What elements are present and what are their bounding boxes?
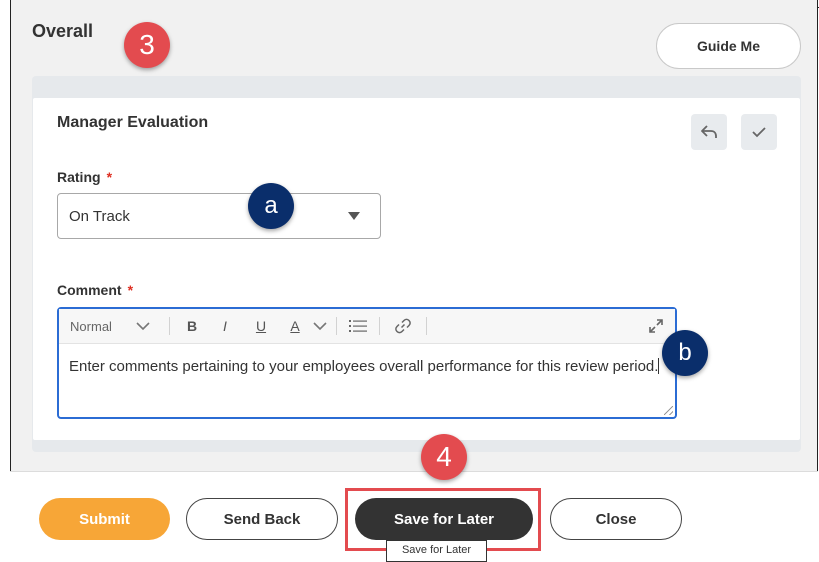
annotation-badge-4: 4: [421, 434, 467, 480]
resize-handle[interactable]: [664, 406, 673, 415]
send-back-button[interactable]: Send Back: [186, 498, 338, 540]
undo-button[interactable]: [691, 114, 727, 150]
rating-select[interactable]: On Track: [57, 193, 381, 239]
checkmark-icon: [752, 127, 766, 138]
required-marker: *: [106, 169, 113, 185]
toolbar-divider: [426, 317, 427, 335]
toolbar-divider: [379, 317, 380, 335]
annotation-badge-b: b: [662, 330, 708, 376]
comment-label: Comment *: [57, 282, 133, 298]
chevron-down-icon[interactable]: [123, 309, 163, 343]
toolbar-divider: [169, 317, 170, 335]
comment-text-content: Enter comments pertaining to your employ…: [69, 358, 659, 375]
comment-label-text: Comment: [57, 282, 122, 298]
card-title: Manager Evaluation: [57, 114, 209, 131]
rating-label: Rating *: [57, 169, 112, 185]
confirm-button[interactable]: [741, 114, 777, 150]
text-caret: [658, 358, 660, 374]
close-button[interactable]: Close: [550, 498, 682, 540]
rating-label-text: Rating: [57, 169, 101, 185]
annotation-badge-3: 3: [124, 22, 170, 68]
dropdown-arrow-icon: [348, 212, 360, 220]
paragraph-style-value: Normal: [70, 318, 112, 334]
bulleted-list-icon[interactable]: [343, 309, 373, 343]
chevron-down-icon[interactable]: [310, 309, 330, 343]
undo-icon: [701, 125, 717, 138]
save-for-later-tooltip: Save for Later: [386, 540, 487, 562]
required-marker: *: [127, 282, 134, 298]
comment-text[interactable]: Enter comments pertaining to your employ…: [69, 353, 663, 380]
underline-button[interactable]: U: [242, 309, 280, 343]
editor-toolbar: Normal B I U A: [59, 309, 675, 344]
rating-selected-value: On Track: [69, 207, 130, 225]
bold-button[interactable]: B: [176, 309, 208, 343]
guide-me-button[interactable]: Guide Me: [656, 23, 801, 69]
font-color-button[interactable]: A: [280, 309, 310, 343]
comment-editor[interactable]: Normal B I U A Enter comments pertaining…: [57, 307, 677, 419]
annotation-badge-a: a: [248, 183, 294, 229]
section-title: Overall: [32, 21, 94, 41]
save-for-later-button[interactable]: Save for Later: [355, 498, 533, 540]
link-icon[interactable]: [386, 309, 420, 343]
submit-button[interactable]: Submit: [39, 498, 170, 540]
paragraph-style-select[interactable]: Normal: [59, 309, 123, 343]
italic-button[interactable]: I: [208, 309, 242, 343]
toolbar-divider: [336, 317, 337, 335]
